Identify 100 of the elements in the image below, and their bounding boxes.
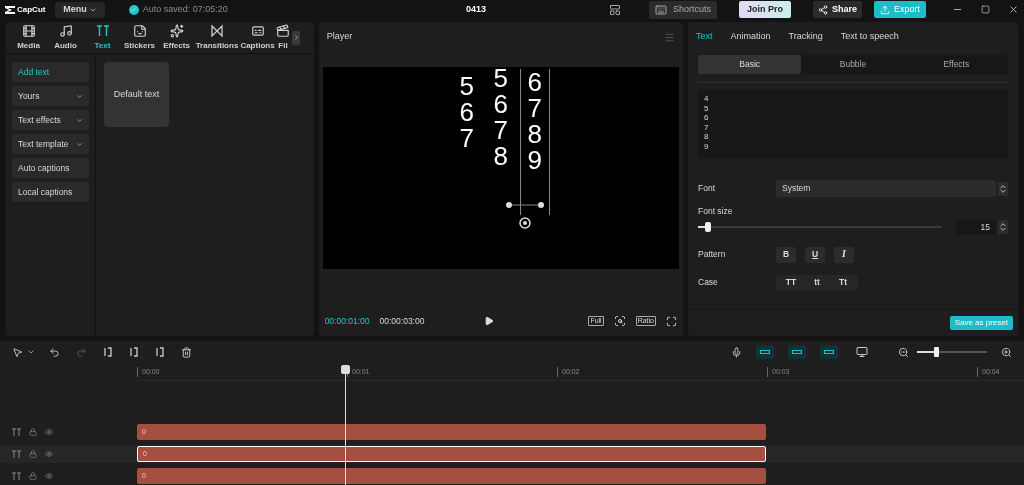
eye-icon[interactable] [45, 472, 53, 480]
media-tab[interactable]: Transitions [195, 23, 239, 52]
zoom-icon[interactable] [613, 315, 626, 327]
link-toggle-icon[interactable] [788, 345, 806, 360]
menu-button[interactable]: Menu [55, 1, 105, 18]
split-icon[interactable] [155, 347, 165, 358]
sidebar-item[interactable]: Yours [12, 86, 89, 106]
stepper-icon[interactable] [998, 181, 1008, 196]
media-tab[interactable]: Captions [239, 23, 276, 52]
app-logo: CapCut [5, 3, 48, 16]
preview-digit: 5 [459, 73, 475, 99]
text-line: 4 [704, 94, 710, 104]
check-icon [128, 4, 139, 15]
text-preset-card[interactable]: Default text [104, 62, 169, 127]
text-input[interactable]: 4 5 6 7 8 9 [698, 89, 1008, 159]
preview-digit: 8 [493, 143, 509, 169]
music-icon [58, 23, 73, 38]
media-tab[interactable]: Audio [47, 23, 84, 52]
media-tab[interactable]: Effects [158, 23, 195, 52]
autosave-status: Auto saved: 07:05:20 [142, 2, 228, 16]
cursor-icon[interactable] [12, 346, 23, 358]
media-tab[interactable]: Stickers [121, 23, 158, 52]
inspector-tab[interactable]: Text to speech [840, 30, 899, 44]
media-tab[interactable]: Media [10, 23, 47, 52]
sidebar-item[interactable]: Auto captions [12, 158, 89, 178]
sparkles-icon [169, 23, 184, 38]
chevron-down-icon [76, 140, 83, 148]
inspector-tab[interactable]: Text [696, 30, 713, 44]
sidebar-item[interactable]: Text effects [12, 110, 89, 130]
sidebar-item[interactable]: Local captions [12, 182, 89, 202]
preview-digit: 8 [527, 121, 543, 147]
rotate-icon[interactable] [518, 217, 531, 229]
chevron-down-icon [76, 116, 83, 124]
split-icon[interactable] [129, 347, 139, 358]
duration: 00:00:03:00 [379, 314, 425, 328]
text-track-icon [12, 450, 21, 458]
case-button[interactable]: Tt [832, 274, 854, 291]
project-name: 0413 [465, 2, 486, 16]
style-tab[interactable]: Basic [698, 55, 802, 74]
layout-icon[interactable] [608, 3, 621, 16]
undo-icon[interactable] [49, 346, 60, 358]
mic-icon[interactable] [731, 346, 742, 358]
play-icon[interactable] [484, 316, 495, 326]
sidebar-item[interactable]: Add text [12, 62, 89, 82]
preview-digit: 6 [459, 99, 475, 125]
fullscreen-icon[interactable] [666, 315, 677, 327]
text-line: 8 [704, 132, 710, 142]
font-select[interactable]: System [776, 180, 996, 197]
media-tab[interactable]: Fil [276, 23, 290, 52]
lock-icon[interactable] [29, 450, 37, 458]
sidebar-item[interactable]: Text template [12, 134, 89, 154]
text-track-icon [12, 428, 21, 436]
text-line: 7 [704, 122, 710, 132]
scroll-right-button[interactable] [292, 30, 300, 45]
preview-digit: 9 [527, 147, 543, 173]
close-icon[interactable] [1008, 4, 1019, 15]
split-icon[interactable] [103, 347, 113, 358]
font-size-label: Font size [698, 205, 734, 218]
style-tab[interactable]: Effects [904, 55, 1008, 74]
upload-icon [880, 4, 890, 15]
share-button[interactable]: Share [812, 1, 862, 18]
keyboard-icon [654, 3, 667, 16]
case-button[interactable]: tt [806, 274, 828, 291]
pattern-button[interactable]: B [776, 246, 796, 263]
zoom-in-icon[interactable] [1001, 346, 1012, 358]
trash-icon[interactable] [181, 346, 192, 358]
style-tab[interactable]: Bubble [801, 55, 905, 74]
join-pro-button[interactable]: Join Pro [738, 1, 791, 18]
text-track-icon [12, 472, 21, 480]
preview-digit: 7 [527, 95, 543, 121]
preview-icon[interactable] [856, 346, 868, 359]
filter-icon [276, 23, 290, 38]
lock-icon[interactable] [29, 428, 37, 436]
captions-icon [250, 23, 265, 38]
sticker-icon [132, 23, 147, 38]
link-toggle-icon[interactable] [820, 345, 838, 360]
bowtie-icon [210, 23, 224, 38]
font-size-field[interactable]: 15 [956, 219, 996, 235]
stepper-icon[interactable] [998, 220, 1008, 235]
inspector-tab[interactable]: Animation [730, 30, 771, 44]
zoom-out-icon[interactable] [898, 346, 909, 358]
pattern-button[interactable]: I [834, 246, 854, 263]
text-line: 6 [704, 113, 710, 123]
eye-icon[interactable] [45, 428, 53, 436]
lock-icon[interactable] [29, 472, 37, 480]
case-label: Case [698, 276, 719, 290]
case-button[interactable]: TT [780, 274, 802, 291]
preview-digit: 7 [459, 125, 475, 151]
link-toggle-icon[interactable] [756, 345, 774, 360]
inspector-tab[interactable]: Tracking [788, 30, 823, 44]
eye-icon[interactable] [45, 450, 53, 458]
shortcuts-button[interactable]: Shortcuts [648, 0, 717, 19]
restore-icon[interactable] [981, 5, 990, 14]
pattern-button[interactable]: U [805, 246, 825, 263]
font-label: Font [698, 182, 716, 195]
current-time: 00:00:01:00 [324, 314, 370, 328]
text-icon [95, 23, 110, 38]
preview-digit: 6 [527, 69, 543, 95]
text-line: 5 [704, 103, 710, 113]
media-tab[interactable]: Text [84, 23, 121, 52]
